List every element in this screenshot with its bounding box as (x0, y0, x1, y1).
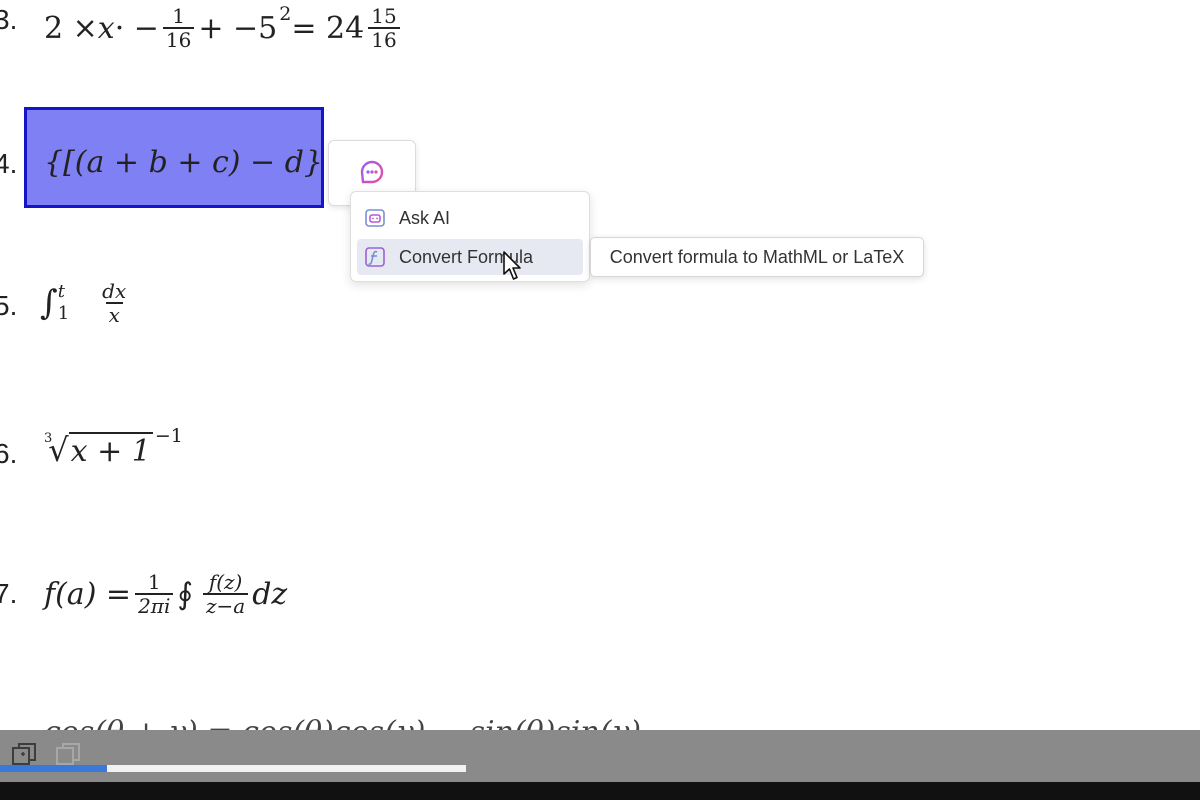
ai-context-menu: Ask AI Convert Formula (350, 191, 590, 282)
eq6-radicand: x + 1 (68, 431, 153, 469)
eq3-mid: + −5 (198, 10, 278, 46)
bottom-strip (0, 782, 1200, 800)
eq7-lhs: f(a) = (44, 576, 132, 612)
menu-item-label: Ask AI (399, 207, 451, 228)
bottom-taskbar (0, 730, 1200, 782)
tooltip: Convert formula to MathML or LaTeX (590, 237, 924, 277)
equation-number-5: 5. (0, 290, 18, 321)
eq3-equals: = 24 (291, 10, 365, 46)
eq3-x: x (97, 10, 115, 46)
eq3-exponent: 2 (279, 3, 292, 25)
eq3-lead: 2 × (44, 10, 98, 46)
function-icon (365, 247, 385, 267)
equation-3[interactable]: 2 × x · − 1 16 + −5 2 = 24 15 16 (44, 0, 404, 56)
menu-item-convert-formula[interactable]: Convert Formula (357, 239, 583, 275)
eq3-dot: · − (114, 10, 159, 46)
ai-assistant-icon (360, 160, 384, 184)
progress-bar[interactable] (0, 765, 466, 772)
eq7-dz: dz (252, 576, 288, 612)
equation-number-6: 6. (0, 438, 18, 469)
eq6-index: 3 (44, 430, 53, 446)
mouse-cursor-icon (503, 251, 521, 280)
eq6-exponent: −1 (154, 425, 183, 447)
equation-6[interactable]: 3 √ x + 1 −1 (44, 422, 183, 478)
eq3-fraction-1: 1 16 (162, 5, 195, 51)
eq5-integral: ∫ (40, 283, 58, 323)
ask-ai-icon (365, 209, 385, 227)
equation-number-7: 7. (0, 578, 18, 609)
equation-4[interactable]: {[(a + b + c) − d} (44, 140, 323, 184)
eq3-fraction-2: 15 16 (368, 5, 400, 51)
eq5-limits: t 1 (57, 281, 70, 324)
eq7-fraction-2: f(z) z−a (202, 571, 249, 617)
equation-number-4: 4. (0, 148, 18, 179)
menu-item-ask-ai[interactable]: Ask AI (357, 200, 583, 236)
equation-5[interactable]: ∫ t 1 dx x (40, 270, 133, 336)
tooltip-text: Convert formula to MathML or LaTeX (609, 246, 905, 267)
equation-7[interactable]: f(a) = 1 2πi ∮ f(z) z−a dz (44, 562, 287, 626)
eq5-fraction: dx x (102, 278, 127, 327)
eq7-fraction-1: 1 2πi (135, 571, 174, 617)
progress-fill (0, 765, 108, 772)
equation-number-3: 3. (0, 4, 18, 35)
eq7-contour-integral: ∮ (177, 576, 193, 612)
